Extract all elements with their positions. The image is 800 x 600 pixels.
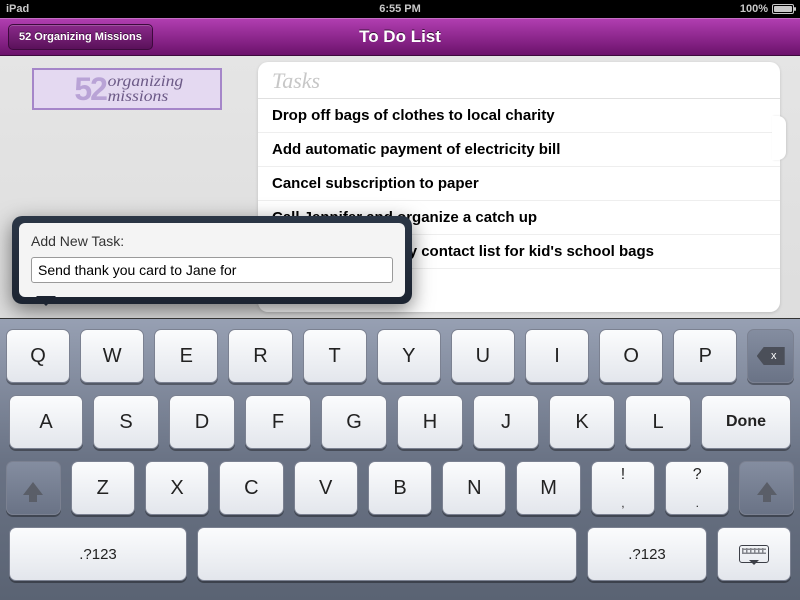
key-a[interactable]: A — [9, 395, 83, 449]
nav-bar: 52 Organizing Missions To Do List — [0, 18, 800, 56]
key-comma[interactable]: ! , — [591, 461, 655, 515]
backspace-icon: x — [757, 347, 785, 365]
key-o[interactable]: O — [599, 329, 663, 383]
key-space[interactable] — [197, 527, 577, 581]
task-row[interactable]: Add automatic payment of electricity bil… — [258, 133, 780, 167]
key-k[interactable]: K — [549, 395, 615, 449]
key-period[interactable]: ? . — [665, 461, 729, 515]
key-backspace[interactable]: x — [747, 329, 794, 383]
key-w[interactable]: W — [80, 329, 144, 383]
shift-icon — [23, 482, 43, 495]
key-c[interactable]: C — [219, 461, 283, 515]
task-row[interactable]: Drop off bags of clothes to local charit… — [258, 99, 780, 133]
app-logo: 52 organizing missions — [32, 68, 222, 110]
content-area: 52 organizing missions Tasks Drop off ba… — [0, 56, 800, 600]
card-tab — [772, 116, 786, 160]
page-title: To Do List — [359, 27, 441, 47]
onscreen-keyboard: Q W E R T Y U I O P x A S D F G H J K L … — [0, 318, 800, 600]
key-y[interactable]: Y — [377, 329, 441, 383]
key-s[interactable]: S — [93, 395, 159, 449]
clock: 6:55 PM — [379, 3, 421, 15]
key-z[interactable]: Z — [71, 461, 135, 515]
key-p[interactable]: P — [673, 329, 737, 383]
add-task-popover: Add New Task: — [12, 216, 412, 304]
battery-percent: 100% — [740, 3, 768, 15]
logo-number: 52 — [74, 71, 106, 108]
task-row[interactable]: Cancel subscription to paper — [258, 167, 780, 201]
key-shift-left[interactable] — [6, 461, 61, 515]
add-task-label: Add New Task: — [31, 233, 393, 249]
shift-icon — [757, 482, 777, 495]
key-l[interactable]: L — [625, 395, 691, 449]
battery-icon — [772, 4, 794, 14]
logo-line2: missions — [107, 89, 183, 104]
hide-keyboard-icon — [739, 545, 769, 563]
key-b[interactable]: B — [368, 461, 432, 515]
key-period-main: . — [696, 496, 699, 510]
key-f[interactable]: F — [245, 395, 311, 449]
status-bar: iPad 6:55 PM 100% — [0, 0, 800, 18]
key-done[interactable]: Done — [701, 395, 791, 449]
key-d[interactable]: D — [169, 395, 235, 449]
key-n[interactable]: N — [442, 461, 506, 515]
tasks-heading: Tasks — [258, 62, 780, 99]
key-i[interactable]: I — [525, 329, 589, 383]
back-button-label: 52 Organizing Missions — [19, 31, 142, 43]
key-shift-right[interactable] — [739, 461, 794, 515]
key-q[interactable]: Q — [6, 329, 70, 383]
key-row-3: Z X C V B N M ! , ? . — [6, 461, 794, 515]
key-m[interactable]: M — [516, 461, 580, 515]
key-g[interactable]: G — [321, 395, 387, 449]
key-row-4: .?123 .?123 — [6, 527, 794, 581]
key-r[interactable]: R — [228, 329, 292, 383]
key-mode-right[interactable]: .?123 — [587, 527, 707, 581]
logo-line1: organizing — [107, 74, 183, 89]
key-e[interactable]: E — [154, 329, 218, 383]
add-task-input[interactable] — [31, 257, 393, 283]
key-row-2: A S D F G H J K L Done — [6, 395, 794, 449]
key-hide-keyboard[interactable] — [717, 527, 791, 581]
key-comma-main: , — [621, 496, 624, 510]
key-period-alt: ? — [693, 466, 702, 484]
key-mode-left[interactable]: .?123 — [9, 527, 187, 581]
key-j[interactable]: J — [473, 395, 539, 449]
key-h[interactable]: H — [397, 395, 463, 449]
battery-indicator: 100% — [740, 3, 794, 15]
key-x[interactable]: X — [145, 461, 209, 515]
key-u[interactable]: U — [451, 329, 515, 383]
key-row-1: Q W E R T Y U I O P x — [6, 329, 794, 383]
key-t[interactable]: T — [303, 329, 367, 383]
key-comma-alt: ! — [621, 466, 625, 484]
back-button[interactable]: 52 Organizing Missions — [8, 24, 153, 50]
key-v[interactable]: V — [294, 461, 358, 515]
device-label: iPad — [6, 3, 29, 15]
